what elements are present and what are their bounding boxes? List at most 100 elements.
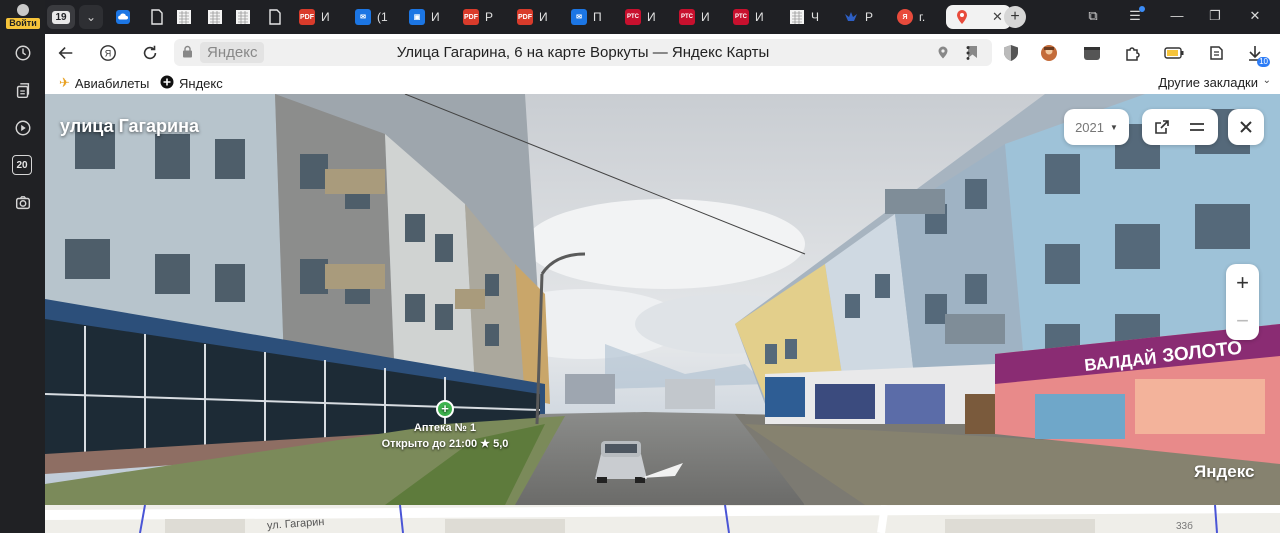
downloads-badge: 10 — [1257, 57, 1270, 67]
login-button[interactable]: Войти — [6, 3, 40, 29]
doc-icon — [149, 9, 165, 25]
doc-icon — [207, 9, 223, 25]
bookmark-aviabilety[interactable]: ✈ Авиабилеты — [59, 75, 149, 91]
other-bookmarks[interactable]: Другие закладки — [1158, 75, 1258, 90]
car-shape — [595, 441, 647, 483]
cloud-icon — [115, 9, 131, 25]
navigation-bar: Я Яндекс Улица Гагарина, 6 на карте Ворк… — [45, 34, 1280, 71]
zoom-out-button[interactable]: − — [1226, 302, 1259, 340]
collections-icon[interactable] — [12, 80, 34, 102]
bookmarks-bar: ✈ Авиабилеты Яндекс Другие закладки ⌄ — [45, 71, 1280, 94]
tab-item[interactable]: Ч — [789, 5, 819, 29]
extensions-icon[interactable] — [1122, 42, 1144, 64]
address-bar[interactable]: Яндекс Улица Гагарина, 6 на карте Воркут… — [174, 39, 992, 66]
tab-count-button[interactable]: 19 — [47, 5, 75, 29]
rts-icon: РТС — [625, 9, 641, 25]
counter-badge[interactable]: 20 — [12, 155, 32, 175]
pdf-icon: PDF — [517, 9, 533, 25]
open-external-icon[interactable] — [1152, 117, 1172, 137]
tabs-overview-icon[interactable]: ⧉ — [1083, 8, 1103, 24]
chevron-down-icon[interactable]: ⌄ — [79, 5, 103, 29]
tab-item[interactable]: Р — [843, 5, 873, 29]
poi-status: Открыто до 21:00 — [381, 438, 478, 450]
tab-item[interactable]: РТС И — [679, 5, 710, 29]
panorama-controls — [1142, 109, 1218, 145]
collections-ext-icon[interactable] — [1205, 42, 1227, 64]
year-selector[interactable]: 2021 ▼ — [1064, 109, 1129, 145]
tab-item[interactable]: PDF И — [517, 5, 548, 29]
close-window-icon[interactable]: ✕ — [1245, 8, 1265, 24]
street-panorama[interactable]: ВАЛДАЙ ЗОЛОТО улица Гагарина 2021 ▼ + − … — [45, 94, 1280, 505]
plus-circle-icon — [160, 75, 174, 92]
menu-lines-icon[interactable] — [1187, 117, 1207, 137]
poi-pharmacy[interactable]: + Аптека № 1 Открыто до 21:00 ★ 5,0 — [375, 400, 515, 450]
bird-icon — [843, 9, 859, 25]
svg-text:Я: Я — [105, 49, 112, 59]
close-panorama-button[interactable] — [1228, 109, 1264, 145]
doc-icon — [176, 9, 192, 25]
back-icon[interactable] — [55, 42, 77, 64]
rts-icon: РТС — [733, 9, 749, 25]
restore-icon[interactable]: ❐ — [1205, 8, 1225, 24]
login-label: Войти — [6, 18, 40, 29]
yandex-icon: Я — [897, 9, 913, 25]
tab-item[interactable]: PDF И — [299, 5, 330, 29]
tab-item[interactable]: ▣ И — [409, 5, 440, 29]
close-icon — [1240, 121, 1252, 133]
map-roads — [45, 505, 1280, 533]
maps-pin-icon — [954, 9, 970, 25]
tab-item[interactable] — [115, 5, 137, 29]
bookmark-yandex[interactable]: Яндекс — [160, 75, 223, 92]
yandex-watermark: Яндекс — [1194, 462, 1255, 481]
map-view[interactable]: ул. Гагарин 33б — [45, 505, 1280, 533]
tab-item[interactable]: Яг. — [897, 5, 925, 29]
browser-sidebar: Войти 20 — [0, 0, 45, 533]
minimize-icon[interactable]: — — [1167, 8, 1187, 23]
tab-item[interactable] — [235, 5, 257, 29]
close-tab-icon[interactable]: ✕ — [992, 9, 1003, 25]
mail-icon: ✉ — [571, 9, 587, 25]
tab-active[interactable]: ✕ — [946, 5, 1011, 29]
poi-name: Аптека № 1 — [413, 422, 477, 434]
new-tab-button[interactable]: + — [1004, 6, 1026, 28]
browser-window: Войти 20 19 ⌄ PDF И ✉ (1 ▣ И PDF Р PDF И ✉ П Р… — [0, 0, 1280, 533]
plane-icon: ✈ — [59, 75, 70, 90]
menu-icon[interactable]: ☰ — [1125, 6, 1145, 24]
map-building-number: 33б — [1176, 521, 1193, 532]
history-icon[interactable] — [12, 42, 34, 64]
doc-icon — [235, 9, 251, 25]
user-avatar-icon — [17, 4, 29, 16]
battery-icon[interactable] — [1163, 42, 1185, 64]
video-icon[interactable] — [12, 117, 34, 139]
tab-item[interactable]: РТС И — [733, 5, 764, 29]
caret-down-icon: ▼ — [1110, 122, 1118, 132]
tab-item[interactable] — [207, 5, 229, 29]
mail-icon: ✉ — [355, 9, 371, 25]
panorama-image: ВАЛДАЙ ЗОЛОТО — [45, 94, 1280, 505]
tab-item[interactable] — [149, 5, 171, 29]
tab-item[interactable]: PDF Р — [463, 5, 493, 29]
screenshot-icon[interactable] — [12, 192, 34, 214]
tab-item[interactable] — [267, 5, 289, 29]
year-value: 2021 — [1075, 119, 1104, 135]
zoom-in-button[interactable]: + — [1226, 264, 1259, 302]
avatar-extension-icon[interactable] — [1038, 42, 1060, 64]
poi-plus-icon: + — [436, 400, 454, 418]
tab-item[interactable] — [176, 5, 198, 29]
chevron-down-icon[interactable]: ⌄ — [1263, 75, 1271, 86]
tab-item[interactable]: ✉ П — [571, 5, 602, 29]
tab-item[interactable]: ✉ (1 — [355, 5, 388, 29]
tab-item[interactable]: РТС И — [625, 5, 656, 29]
downloads-icon[interactable]: 10 — [1244, 42, 1270, 67]
wallet-icon[interactable] — [1081, 42, 1103, 64]
yandex-home-icon[interactable]: Я — [97, 42, 119, 64]
zoom-control: + − — [1226, 264, 1259, 340]
reload-icon[interactable] — [139, 42, 161, 64]
more-icon[interactable] — [957, 42, 979, 64]
location-icon[interactable] — [938, 46, 948, 59]
tab-count: 19 — [52, 10, 70, 24]
poi-rating: ★ 5,0 — [480, 438, 509, 450]
doc-icon — [267, 9, 283, 25]
pdf-icon: PDF — [299, 9, 315, 25]
shield-icon[interactable] — [1000, 42, 1022, 64]
